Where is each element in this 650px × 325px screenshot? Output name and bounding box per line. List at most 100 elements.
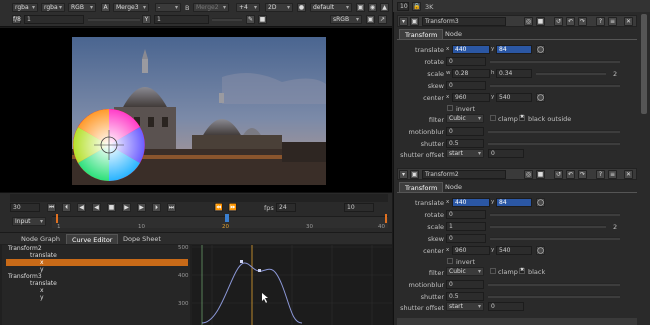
black-outside-checkbox[interactable] — [519, 114, 525, 121]
tab-transform[interactable]: Transform — [399, 29, 444, 39]
anim-icon[interactable]: ◯ — [536, 45, 545, 54]
tree-item[interactable]: Transform3 — [8, 273, 42, 280]
gamma-slider[interactable] — [212, 18, 242, 21]
scale-field[interactable]: 1 — [446, 222, 486, 231]
frame-field[interactable]: 30 — [10, 203, 40, 212]
gain-field[interactable]: 1 — [24, 15, 84, 24]
tree-item[interactable]: translate — [30, 280, 57, 287]
overlay-icon[interactable]: ◉ — [368, 3, 377, 12]
input-a-dropdown[interactable]: Merge3 — [113, 3, 149, 12]
skew-slider[interactable] — [490, 84, 620, 87]
filter-dropdown[interactable]: Cubic — [446, 267, 484, 276]
float-icon[interactable]: ▣ — [410, 170, 419, 179]
redo-icon[interactable]: ↷ — [578, 17, 587, 26]
a-input-icon[interactable]: A — [101, 3, 110, 12]
tree-item[interactable]: x — [40, 259, 44, 266]
in-marker[interactable] — [56, 214, 58, 223]
keyframe[interactable] — [258, 269, 261, 272]
center-x-field[interactable]: 960 — [452, 246, 490, 255]
collapse-icon[interactable]: ▾ — [399, 170, 408, 179]
compare-op-dropdown[interactable]: - — [155, 3, 181, 12]
skip-back-icon[interactable]: ⏪ — [214, 203, 223, 212]
go-start-icon[interactable]: ⏮ — [47, 203, 56, 212]
translate-y-field[interactable]: 84 — [496, 45, 532, 54]
motionblur-field[interactable]: 0 — [446, 280, 484, 289]
tree-item[interactable]: translate — [30, 252, 57, 259]
skew-field[interactable]: 0 — [446, 81, 486, 90]
gain-slider[interactable] — [88, 18, 140, 21]
color-icon[interactable]: ■ — [536, 170, 545, 179]
prev-key-icon[interactable]: ⏴ — [62, 203, 71, 212]
undo-icon[interactable]: ↶ — [566, 17, 575, 26]
next-frame-icon[interactable]: ▶ — [137, 203, 146, 212]
timeline-ruler[interactable] — [10, 194, 388, 202]
display-icon[interactable]: ▣ — [366, 15, 375, 24]
max-panels-field[interactable]: 10 — [397, 2, 409, 11]
motionblur-slider[interactable] — [488, 130, 620, 133]
frame-slider[interactable] — [52, 216, 388, 228]
play-icon[interactable]: ▶ — [122, 203, 131, 212]
clamp-checkbox[interactable] — [490, 115, 496, 121]
curve-graph[interactable] — [192, 245, 392, 325]
shutter-offset-field[interactable]: 0 — [488, 302, 524, 311]
fstop-icon[interactable]: f/8 — [12, 15, 21, 24]
tree-item[interactable]: x — [40, 287, 44, 294]
anim-icon[interactable]: ◯ — [536, 246, 545, 255]
shutter-field[interactable]: 0.5 — [446, 292, 484, 301]
skip-fwd-icon[interactable]: ⏩ — [228, 203, 237, 212]
color-dropdown[interactable]: RGB — [68, 3, 96, 12]
close-icon[interactable]: ✕ — [624, 170, 633, 179]
keyframe[interactable] — [240, 260, 243, 263]
tab-curve-editor[interactable]: Curve Editor — [66, 234, 119, 244]
rotate-field[interactable]: 0 — [446, 210, 486, 219]
tab-node-graph[interactable]: Node Graph — [16, 234, 65, 244]
translate-x-field[interactable]: 440 — [452, 45, 490, 54]
roi-icon[interactable]: ▣ — [356, 3, 365, 12]
lut-dropdown[interactable]: default — [310, 3, 352, 12]
tab-node[interactable]: Node — [440, 29, 467, 39]
tab-node[interactable]: Node — [440, 182, 467, 192]
play-back-icon[interactable]: ◀ — [92, 203, 101, 212]
go-end-icon[interactable]: ⏭ — [167, 203, 176, 212]
tab-transform[interactable]: Transform — [399, 182, 444, 192]
scale-slider[interactable] — [536, 72, 606, 75]
revert-icon[interactable]: ↺ — [554, 17, 563, 26]
translate-y-field[interactable]: 84 — [496, 198, 532, 207]
shutter-offset-dropdown[interactable]: start — [446, 149, 484, 158]
shutter-slider[interactable] — [488, 142, 620, 145]
filter-dropdown[interactable]: Cubic — [446, 114, 484, 123]
scale-w-field[interactable]: 0.28 — [452, 69, 490, 78]
motionblur-field[interactable]: 0 — [446, 127, 484, 136]
scale-h-field[interactable]: 0.34 — [496, 69, 532, 78]
black-outside-checkbox[interactable] — [519, 267, 525, 274]
settings-icon[interactable]: ≡ — [608, 17, 617, 26]
tree-item[interactable]: y — [40, 294, 44, 301]
center-y-field[interactable]: 540 — [496, 246, 532, 255]
color-icon[interactable]: ■ — [536, 17, 545, 26]
center-icon[interactable]: ◎ — [524, 17, 533, 26]
tree-item[interactable]: y — [40, 266, 44, 273]
center-x-field[interactable]: 960 — [452, 93, 490, 102]
layer-dropdown[interactable]: rgba — [41, 3, 65, 12]
properties-scrollbar[interactable] — [641, 14, 647, 114]
settings-icon[interactable]: ≡ — [608, 170, 617, 179]
node-name-field[interactable]: Transform3 — [422, 17, 506, 26]
help-icon[interactable]: ? — [596, 17, 605, 26]
playhead-marker[interactable] — [225, 214, 229, 222]
view-mode-dropdown[interactable]: 2D — [265, 3, 293, 12]
gamma-icon[interactable]: Y — [142, 15, 151, 24]
revert-icon[interactable]: ↺ — [554, 170, 563, 179]
anim-icon[interactable]: ◯ — [536, 93, 545, 102]
help-icon[interactable]: ? — [596, 170, 605, 179]
expand-icon[interactable]: ↗ — [378, 15, 387, 24]
zoom-dropdown[interactable]: +4 — [236, 3, 260, 12]
close-icon[interactable]: ✕ — [624, 17, 633, 26]
fullframe-icon[interactable]: ■ — [258, 15, 267, 24]
clamp-checkbox[interactable] — [490, 268, 496, 274]
node-name-field[interactable]: Transform2 — [422, 170, 506, 179]
redo-icon[interactable]: ↷ — [578, 170, 587, 179]
shutter-slider[interactable] — [488, 295, 620, 298]
channels-dropdown[interactable]: rgba — [12, 3, 38, 12]
tree-item[interactable]: Transform2 — [8, 245, 42, 252]
skip-field[interactable]: 10 — [344, 203, 374, 212]
